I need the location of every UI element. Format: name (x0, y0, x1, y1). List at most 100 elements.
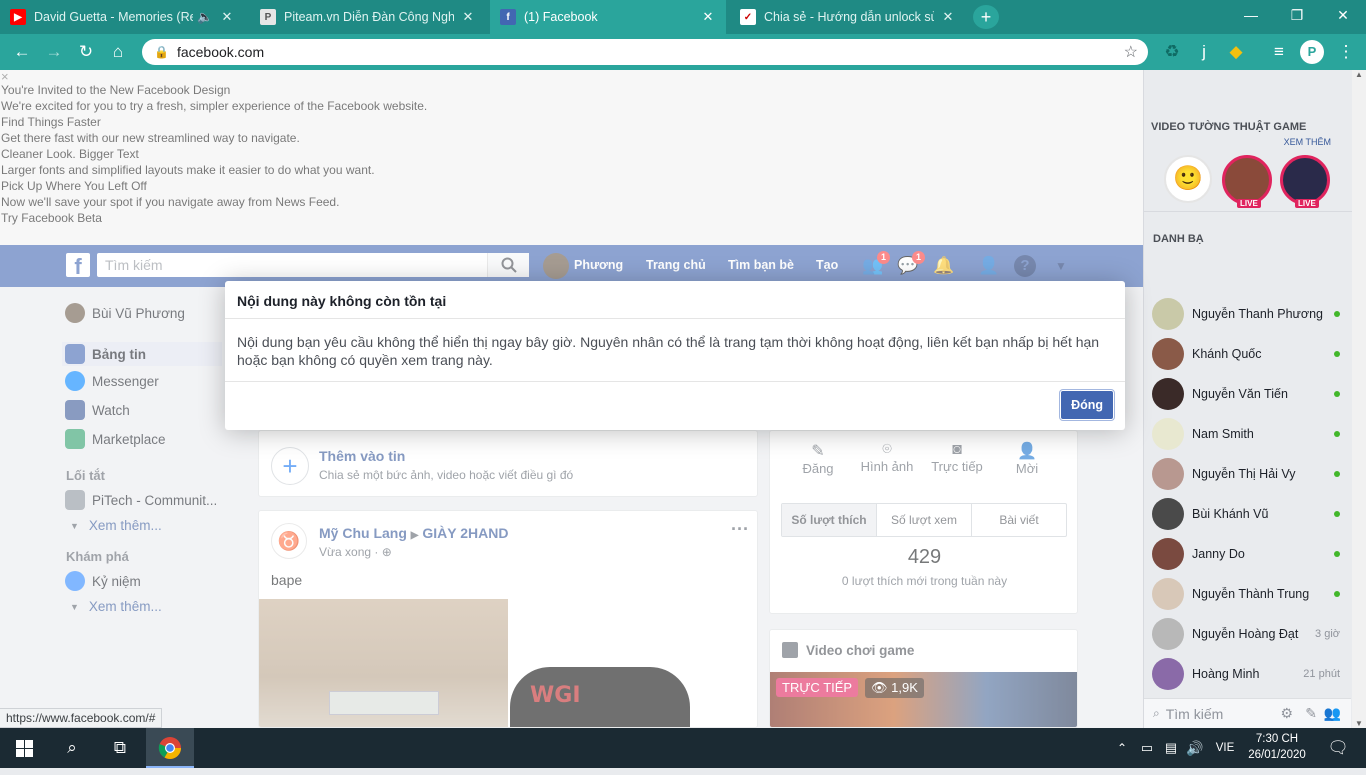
contact-name: Nguyễn Thị Hải Vy (1192, 467, 1296, 481)
media-control-icon[interactable]: ≡ (1267, 40, 1291, 64)
see-more-link[interactable]: XEM THÊM (1284, 137, 1331, 147)
online-indicator (1334, 551, 1340, 557)
tab-piteam[interactable]: P Piteam.vn Diễn Đàn Công Nghệ ✕ (250, 0, 486, 34)
speaker-icon: 🔈 (197, 9, 213, 24)
network-icon[interactable]: ▤ (1160, 728, 1182, 768)
contact-item[interactable]: Khánh Quốc (1152, 338, 1340, 370)
close-tab-icon[interactable]: ✕ (219, 9, 235, 25)
contact-item[interactable]: Janny Do (1152, 538, 1340, 570)
streamer-avatar[interactable]: LIVE (1222, 155, 1272, 208)
avatar (1152, 298, 1184, 330)
contact-item[interactable]: Nguyễn Văn Tiến (1152, 378, 1340, 410)
profile-avatar-icon[interactable]: P (1300, 40, 1324, 64)
forward-icon[interactable]: → (42, 40, 66, 64)
dialog-title: Nội dung này không còn tồn tại (225, 281, 1125, 319)
back-icon[interactable]: ← (10, 40, 34, 64)
reload-icon[interactable]: ↻ (74, 40, 98, 64)
streamer-avatar[interactable]: 🙂 (1164, 155, 1212, 203)
close-button[interactable]: Đóng (1059, 389, 1115, 421)
scrollbar[interactable]: ▲ ▼ (1352, 70, 1366, 728)
recycle-extension-icon[interactable]: ♻ (1160, 40, 1184, 64)
chevron-up-icon[interactable]: ⌃ (1110, 728, 1134, 768)
live-badge: LIVE (1295, 199, 1319, 208)
contact-name: Bùi Khánh Vũ (1192, 507, 1269, 521)
tab-title: Chia sẻ - Hướng dẫn unlock sử d (764, 10, 934, 24)
contact-item[interactable]: Hoàng Minh 21 phút (1152, 658, 1340, 690)
divider (1144, 211, 1352, 212)
live-badge: LIVE (1237, 199, 1261, 208)
facebook-icon: f (500, 9, 516, 25)
contact-item[interactable]: Nguyễn Hoàng Đạt 3 giờ (1152, 618, 1340, 650)
volume-icon[interactable]: 🔊 (1184, 728, 1206, 768)
address-bar[interactable]: 🔒 facebook.com ☆ (142, 39, 1148, 65)
contact-name: Khánh Quốc (1192, 347, 1262, 361)
avatar (1152, 458, 1184, 490)
tab-youtube[interactable]: ▶ David Guetta - Memories (Re 🔈 ✕ (0, 0, 245, 34)
home-icon[interactable]: ⌂ (106, 40, 130, 64)
tab-strip: ▶ David Guetta - Memories (Re 🔈 ✕ P Pite… (0, 0, 1366, 34)
status-url-bubble: https://www.facebook.com/# (0, 708, 163, 728)
tab-chiase[interactable]: ✓ Chia sẻ - Hướng dẫn unlock sử d ✕ (730, 0, 966, 34)
notification-center-icon[interactable]: 🗨 (1318, 728, 1358, 768)
create-group-icon[interactable]: 👥 (1324, 705, 1341, 722)
avatar (1152, 338, 1184, 370)
restore-icon[interactable]: ❐ (1274, 0, 1320, 30)
search-icon[interactable]: ⌕ (48, 728, 96, 768)
chrome-taskbar-icon[interactable] (146, 728, 194, 768)
clock-date: 26/01/2020 (1248, 749, 1306, 761)
browser-toolbar: ← → ↻ ⌂ 🔒 facebook.com ☆ ♻ j ◆ ≡ P ⋮ (0, 34, 1366, 70)
windows-start-icon[interactable] (0, 728, 48, 768)
avatar (1152, 498, 1184, 530)
minimize-icon[interactable]: — (1228, 0, 1274, 30)
close-tab-icon[interactable]: ✕ (940, 9, 956, 25)
close-window-icon[interactable]: ✕ (1320, 0, 1366, 30)
google-translate-extension-icon[interactable]: ◆ (1224, 40, 1248, 64)
language-indicator[interactable]: VIE (1210, 728, 1240, 768)
avatar (1152, 378, 1184, 410)
online-indicator (1334, 431, 1340, 437)
contact-name: Nam Smith (1192, 427, 1254, 441)
contact-item[interactable]: Bùi Khánh Vũ (1152, 498, 1340, 530)
contact-item[interactable]: Nam Smith (1152, 418, 1340, 450)
piteam-icon: P (260, 9, 276, 25)
tab-facebook[interactable]: f (1) Facebook ✕ (490, 0, 726, 34)
menu-icon[interactable]: ⋮ (1334, 40, 1358, 64)
task-view-icon[interactable]: ⧉ (96, 728, 144, 768)
battery-icon[interactable]: ▭ (1136, 728, 1158, 768)
video-section-title: VIDEO TƯỜNG THUẬT GAME (1151, 121, 1307, 133)
last-active: 21 phút (1303, 668, 1340, 680)
contact-name: Nguyễn Văn Tiến (1192, 387, 1288, 401)
star-icon[interactable]: ☆ (1124, 42, 1138, 62)
chat-search-input[interactable]: ⌕ Tìm kiếm ⚙ ✎ 👥 (1144, 698, 1351, 728)
contact-item[interactable]: Nguyễn Thị Hải Vy (1152, 458, 1340, 490)
tab-title: David Guetta - Memories (Re (34, 10, 194, 24)
taskbar: ⌕ ⧉ ⌃ ▭ ▤ 🔊 VIE 7:30 CH 26/01/2020 🗨 (0, 728, 1366, 768)
close-tab-icon[interactable]: ✕ (700, 9, 716, 25)
avatar (1152, 538, 1184, 570)
gear-icon[interactable]: ⚙ (1280, 705, 1293, 722)
clock[interactable]: 7:30 CH 26/01/2020 (1247, 731, 1307, 763)
error-dialog: Nội dung này không còn tồn tại Nội dung … (225, 281, 1125, 430)
scroll-up-icon[interactable]: ▲ (1355, 70, 1363, 79)
contact-item[interactable]: Nguyễn Thành Trung (1152, 578, 1340, 610)
contact-name: Nguyễn Thanh Phương (1192, 307, 1324, 321)
j-extension-icon[interactable]: j (1192, 40, 1216, 64)
streamer-avatar[interactable]: LIVE (1280, 155, 1330, 208)
contact-name: Nguyễn Hoàng Đạt (1192, 627, 1299, 641)
dialog-body: Nội dung bạn yêu cầu không thể hiển thị … (225, 319, 1125, 382)
close-tab-icon[interactable]: ✕ (460, 9, 476, 25)
contact-item[interactable]: Nguyễn Thanh Phương (1152, 298, 1340, 330)
avatar (1152, 618, 1184, 650)
tab-title: Piteam.vn Diễn Đàn Công Nghệ (284, 10, 454, 24)
avatar (1152, 658, 1184, 690)
new-message-icon[interactable]: ✎ (1305, 705, 1317, 722)
avatar (1152, 418, 1184, 450)
avatar (1152, 578, 1184, 610)
lock-icon: 🔒 (154, 45, 169, 59)
url-text: facebook.com (176, 44, 265, 60)
new-tab-button[interactable]: + (973, 5, 999, 29)
tab-title: (1) Facebook (524, 10, 598, 24)
chat-search-placeholder: Tìm kiếm (1165, 705, 1224, 722)
online-indicator (1334, 471, 1340, 477)
scroll-down-icon[interactable]: ▼ (1355, 719, 1363, 728)
